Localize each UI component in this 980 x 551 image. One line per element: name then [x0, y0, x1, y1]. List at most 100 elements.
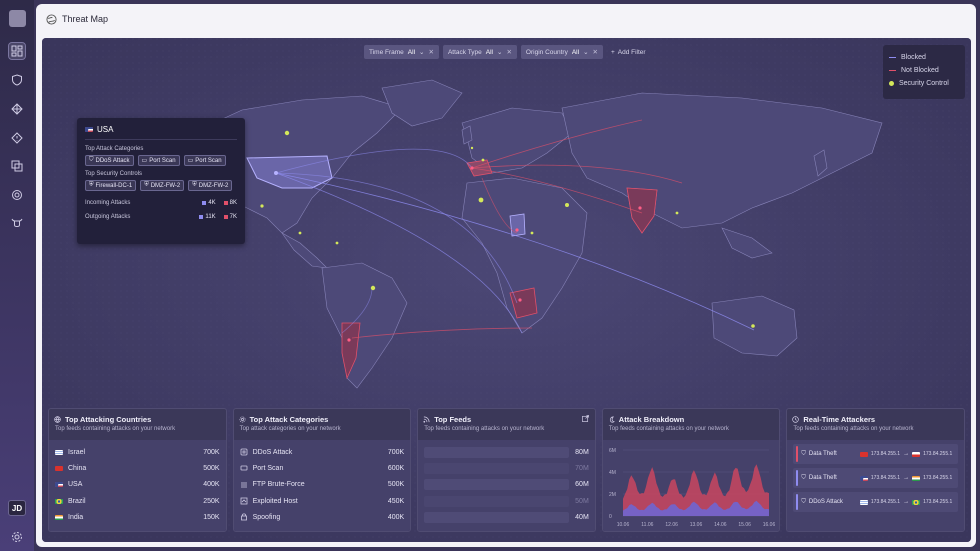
- list-item[interactable]: Israel 700K: [55, 444, 220, 460]
- destination-ip: 173.84.255.1: [923, 499, 953, 505]
- country-value: 500K: [203, 464, 220, 472]
- x-tick-label: 11.06: [641, 522, 653, 528]
- feed-value: 80M: [575, 448, 589, 456]
- target-icon[interactable]: [9, 187, 25, 203]
- outgoing-blocked: 11K: [199, 214, 216, 220]
- control-tag: ⛨ DMZ-FW-2: [188, 180, 233, 191]
- list-item[interactable]: 60M: [424, 477, 589, 493]
- list-item[interactable]: Port Scan 600K: [240, 460, 404, 476]
- legend-not-blocked: Not Blocked: [889, 64, 959, 77]
- country-value: 250K: [203, 497, 220, 505]
- china-flag-icon: [859, 451, 868, 457]
- bull-icon[interactable]: [9, 215, 25, 231]
- logo: [9, 10, 26, 27]
- rss-icon: [423, 416, 430, 423]
- settings-icon[interactable]: [9, 529, 25, 545]
- list-item[interactable]: 70M: [424, 460, 589, 476]
- port-scan-icon: ▭: [187, 158, 194, 164]
- ftp-icon: [240, 481, 248, 489]
- sidebar: JD: [0, 0, 34, 551]
- panel-subtitle: Top feeds containing attacks on your net…: [424, 426, 545, 432]
- external-link-icon[interactable]: [581, 415, 589, 422]
- list-item[interactable]: 50M: [424, 493, 589, 509]
- list-item[interactable]: Brazil 250K: [55, 493, 220, 509]
- firewall-icon: ⛨: [89, 182, 94, 188]
- ddos-icon: [240, 448, 248, 456]
- globe-icon: [46, 13, 57, 25]
- brazil-flag-icon: [55, 498, 63, 504]
- country-value: 700K: [203, 448, 220, 456]
- chevron-down-icon[interactable]: ⌄: [583, 48, 588, 56]
- list-item[interactable]: Exploited Host 450K: [240, 493, 404, 509]
- filter-value: All: [407, 48, 416, 56]
- list-item[interactable]: Spoofing 400K: [240, 509, 404, 525]
- attacker-row[interactable]: ⛉ Data Theft 173.84.255.1 → 173.84.255.1: [793, 444, 958, 464]
- panel-title: Real-Time Attackers: [803, 414, 876, 424]
- category-tag: ▭ Port Scan: [183, 155, 226, 166]
- network-icon[interactable]: [9, 101, 25, 117]
- panel-subtitle: Top feeds containing attacks on your net…: [608, 426, 729, 432]
- close-icon[interactable]: ✕: [593, 48, 598, 56]
- tag-label: DMZ-FW-2: [198, 182, 229, 189]
- filter-label: Time Frame: [369, 48, 404, 56]
- y-tick-label: 4M: [609, 470, 616, 476]
- filter-attack-type[interactable]: Attack Type All ⌄ ✕: [442, 45, 517, 59]
- close-icon[interactable]: ✕: [428, 48, 433, 56]
- panel-title: Attack Breakdown: [618, 414, 685, 424]
- list-item[interactable]: 40M: [424, 509, 589, 525]
- incoming-attacks-row: Incoming Attacks 4K 8K: [85, 196, 237, 210]
- panel-header: Top Attacking Countries: [49, 412, 226, 426]
- source-ip: 173.84.255.1: [870, 475, 901, 481]
- country-name: China: [68, 464, 87, 472]
- chevron-down-icon[interactable]: ⌄: [497, 48, 502, 56]
- shield-icon[interactable]: [9, 72, 25, 88]
- dashboard-icon[interactable]: [8, 42, 26, 60]
- title-bar: Threat Map: [36, 4, 976, 34]
- map-legend: Blocked Not Blocked Security Control: [883, 45, 965, 99]
- country-tooltip: USA Top Attack Categories ⛉ DDoS Attack ▭…: [77, 118, 245, 244]
- country-name: Israel: [68, 448, 86, 456]
- alert-diamond-icon[interactable]: [9, 130, 25, 146]
- legend-blocked: Blocked: [889, 51, 959, 64]
- panel-top-attacking-countries: Top Attacking Countries Top feeds contai…: [48, 408, 227, 532]
- legend-security-control: Security Control: [889, 77, 959, 90]
- list-item[interactable]: 80M: [424, 444, 589, 460]
- threat-map[interactable]: Time Frame All ⌄ ✕ Attack Type All ⌄ ✕ O…: [42, 38, 971, 542]
- category-value: 700K: [387, 448, 405, 456]
- copy-icon[interactable]: [9, 158, 25, 174]
- status-accent: [796, 446, 799, 462]
- attacker-row[interactable]: ⛉ DDoS Attack 173.84.255.1 → 173.84.255.…: [793, 492, 958, 512]
- source-ip: 173.84.255.1: [870, 499, 901, 505]
- legend-line-icon: [889, 57, 896, 58]
- avatar[interactable]: JD: [8, 500, 26, 516]
- tooltip-header: USA: [85, 124, 237, 140]
- country-east-africa: [509, 213, 526, 237]
- category-tag: ▭ Port Scan: [137, 155, 180, 166]
- add-filter-button[interactable]: + Add Filter: [611, 45, 646, 59]
- list-item[interactable]: FTP Brute-Force 500K: [240, 477, 405, 493]
- filter-time-frame[interactable]: Time Frame All ⌄ ✕: [364, 45, 439, 59]
- arrow-right-icon: →: [903, 451, 910, 457]
- category-name: FTP Brute-Force: [252, 481, 305, 489]
- list-item[interactable]: DDoS Attack 700K: [240, 444, 405, 460]
- list-item[interactable]: USA 400K: [55, 477, 220, 493]
- incoming-label: Incoming Attacks: [85, 200, 131, 206]
- filter-origin-country[interactable]: Origin Country All ⌄ ✕: [520, 45, 603, 59]
- outgoing-not-blocked-value: 7K: [229, 214, 237, 220]
- close-icon[interactable]: ✕: [506, 48, 511, 56]
- attacker-row[interactable]: ⛉ Data Theft 173.84.255.1 → 173.84.255.1: [793, 468, 958, 488]
- list-item[interactable]: China 500K: [55, 460, 220, 476]
- list-item[interactable]: India 150K: [55, 509, 220, 525]
- tooltip-country: USA: [97, 125, 114, 134]
- country-name: USA: [68, 481, 83, 489]
- clock-icon: [792, 415, 800, 423]
- category-value: 500K: [387, 481, 405, 489]
- panel-subtitle: Top feeds containing attacks on your net…: [793, 426, 914, 432]
- panel-header: Real-Time Attackers: [787, 412, 964, 426]
- india-flag-icon: [912, 475, 921, 481]
- panel-title: Top Attacking Countries: [65, 414, 152, 424]
- breakdown-chart[interactable]: 6M 4M 2M 0 10.06 11.06 12.06 13.06 14.06 15.06 16.…: [609, 444, 775, 530]
- country-name: India: [68, 513, 84, 521]
- chevron-down-icon[interactable]: ⌄: [419, 48, 424, 56]
- category-name: DDoS Attack: [252, 448, 293, 456]
